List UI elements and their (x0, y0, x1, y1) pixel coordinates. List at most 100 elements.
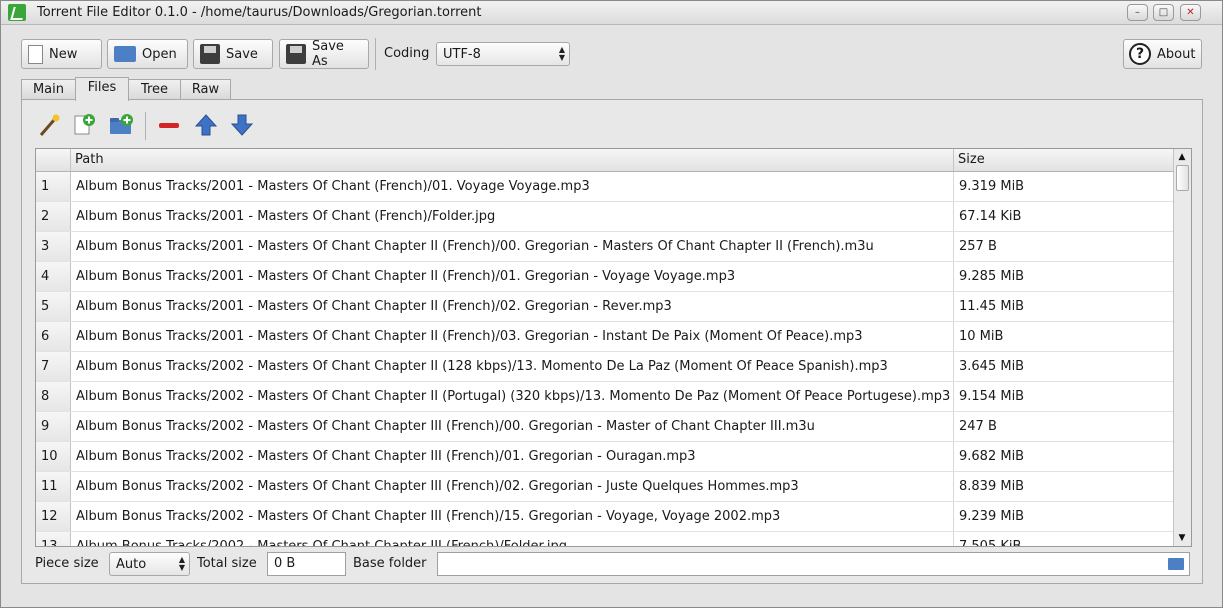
table-row[interactable]: 4 Album Bonus Tracks/2001 - Masters Of Ch… (36, 262, 1173, 292)
rename-wand-icon[interactable] (36, 112, 62, 138)
table-row[interactable]: 7 Album Bonus Tracks/2002 - Masters Of Ch… (36, 352, 1173, 382)
base-folder-label: Base folder (353, 556, 427, 571)
base-folder-input[interactable] (437, 552, 1190, 576)
row-number-header (36, 149, 71, 171)
total-size-field[interactable]: 0 B (267, 552, 346, 576)
tab-raw-label: Raw (191, 82, 220, 97)
path-cell[interactable]: Album Bonus Tracks/2002 - Masters Of Cha… (71, 442, 954, 471)
files-toolbar-separator (145, 112, 146, 140)
open-folder-icon (114, 46, 136, 62)
size-cell[interactable]: 67.14 KiB (954, 202, 1173, 231)
size-cell[interactable]: 257 B (954, 232, 1173, 261)
add-file-icon[interactable] (71, 112, 97, 138)
piece-size-label: Piece size (35, 556, 99, 571)
path-cell[interactable]: Album Bonus Tracks/2002 - Masters Of Cha… (71, 412, 954, 441)
total-size-value: 0 B (274, 556, 296, 571)
save-disk-icon (200, 44, 220, 64)
move-up-icon[interactable] (193, 112, 219, 138)
coding-select[interactable]: UTF-8 ▲ ▼ (436, 42, 570, 66)
table-row[interactable]: 3 Album Bonus Tracks/2001 - Masters Of Ch… (36, 232, 1173, 262)
scroll-thumb[interactable] (1176, 165, 1189, 191)
new-button[interactable]: New (21, 39, 102, 69)
about-button[interactable]: ? About (1123, 39, 1202, 69)
table-header: Path Size (36, 149, 1173, 172)
table-row[interactable]: 13 Album Bonus Tracks/2002 - Masters Of C… (36, 532, 1173, 546)
path-cell[interactable]: Album Bonus Tracks/2002 - Masters Of Cha… (71, 532, 954, 546)
column-header-path[interactable]: Path (71, 149, 954, 171)
vertical-scrollbar[interactable]: ▲ ▼ (1173, 149, 1191, 546)
save-as-button[interactable]: Save As (279, 39, 369, 69)
size-cell[interactable]: 9.154 MiB (954, 382, 1173, 411)
path-cell[interactable]: Album Bonus Tracks/2001 - Masters Of Cha… (71, 322, 954, 351)
maximize-icon[interactable]: □ (1153, 4, 1174, 21)
table-row[interactable]: 12 Album Bonus Tracks/2002 - Masters Of C… (36, 502, 1173, 532)
row-number: 7 (36, 352, 71, 381)
close-icon[interactable]: ✕ (1180, 4, 1201, 21)
table-row[interactable]: 2 Album Bonus Tracks/2001 - Masters Of Ch… (36, 202, 1173, 232)
tab-files[interactable]: Files (75, 77, 129, 101)
path-cell[interactable]: Album Bonus Tracks/2002 - Masters Of Cha… (71, 382, 954, 411)
table-row[interactable]: 6 Album Bonus Tracks/2001 - Masters Of Ch… (36, 322, 1173, 352)
row-number: 2 (36, 202, 71, 231)
size-header-label: Size (958, 152, 985, 167)
table-row[interactable]: 8 Album Bonus Tracks/2002 - Masters Of Ch… (36, 382, 1173, 412)
size-cell[interactable]: 9.319 MiB (954, 172, 1173, 201)
path-cell[interactable]: Album Bonus Tracks/2001 - Masters Of Cha… (71, 262, 954, 291)
piece-size-spin-icon: ▲ ▼ (178, 555, 185, 572)
size-cell[interactable]: 9.285 MiB (954, 262, 1173, 291)
spin-arrows-icon: ▲ ▼ (558, 45, 565, 62)
size-cell[interactable]: 9.682 MiB (954, 442, 1173, 471)
coding-value: UTF-8 (443, 46, 481, 62)
minimize-icon[interactable]: – (1127, 4, 1148, 21)
size-cell[interactable]: 3.645 MiB (954, 352, 1173, 381)
table-row[interactable]: 9 Album Bonus Tracks/2002 - Masters Of Ch… (36, 412, 1173, 442)
size-cell[interactable]: 247 B (954, 412, 1173, 441)
tab-main[interactable]: Main (21, 79, 76, 100)
table-row[interactable]: 10 Album Bonus Tracks/2002 - Masters Of C… (36, 442, 1173, 472)
add-folder-icon[interactable] (108, 112, 134, 138)
toolbar-separator (375, 38, 376, 70)
path-cell[interactable]: Album Bonus Tracks/2002 - Masters Of Cha… (71, 472, 954, 501)
row-number: 4 (36, 262, 71, 291)
browse-folder-icon[interactable] (1168, 558, 1184, 570)
size-cell[interactable]: 8.839 MiB (954, 472, 1173, 501)
row-number: 8 (36, 382, 71, 411)
help-question-icon: ? (1129, 43, 1151, 65)
table-row[interactable]: 11 Album Bonus Tracks/2002 - Masters Of C… (36, 472, 1173, 502)
title-bar: Torrent File Editor 0.1.0 - /home/taurus… (1, 1, 1222, 25)
table-row[interactable]: 1 Album Bonus Tracks/2001 - Masters Of Ch… (36, 172, 1173, 202)
size-cell[interactable]: 9.239 MiB (954, 502, 1173, 531)
column-header-size[interactable]: Size (954, 149, 1173, 171)
path-cell[interactable]: Album Bonus Tracks/2001 - Masters Of Cha… (71, 172, 954, 201)
path-cell[interactable]: Album Bonus Tracks/2002 - Masters Of Cha… (71, 352, 954, 381)
coding-label: Coding (384, 46, 430, 61)
piece-size-select[interactable]: Auto ▲ ▼ (109, 552, 190, 576)
total-size-label: Total size (197, 556, 257, 571)
row-number: 3 (36, 232, 71, 261)
save-as-disk-icon (286, 44, 306, 64)
move-down-icon[interactable] (229, 112, 255, 138)
path-cell[interactable]: Album Bonus Tracks/2001 - Masters Of Cha… (71, 232, 954, 261)
about-button-label: About (1157, 46, 1196, 62)
files-panel: Path Size 1 Album Bonus Tracks/2001 - Mas… (21, 99, 1203, 584)
scroll-down-icon[interactable]: ▼ (1175, 531, 1189, 545)
open-button[interactable]: Open (107, 39, 188, 69)
path-cell[interactable]: Album Bonus Tracks/2001 - Masters Of Cha… (71, 292, 954, 321)
save-as-button-label: Save As (312, 39, 344, 69)
row-number: 13 (36, 532, 71, 546)
piece-size-value: Auto (116, 556, 147, 572)
tab-tree[interactable]: Tree (128, 79, 181, 100)
size-cell[interactable]: 11.45 MiB (954, 292, 1173, 321)
size-cell[interactable]: 7.505 KiB (954, 532, 1173, 546)
save-button[interactable]: Save (193, 39, 273, 69)
table-row[interactable]: 5 Album Bonus Tracks/2001 - Masters Of Ch… (36, 292, 1173, 322)
row-number: 11 (36, 472, 71, 501)
tab-files-label: Files (87, 80, 117, 95)
path-cell[interactable]: Album Bonus Tracks/2001 - Masters Of Cha… (71, 202, 954, 231)
remove-icon[interactable] (156, 112, 182, 138)
size-cell[interactable]: 10 MiB (954, 322, 1173, 351)
path-cell[interactable]: Album Bonus Tracks/2002 - Masters Of Cha… (71, 502, 954, 531)
scroll-up-icon[interactable]: ▲ (1175, 150, 1189, 164)
tab-raw[interactable]: Raw (180, 79, 231, 100)
row-number: 5 (36, 292, 71, 321)
